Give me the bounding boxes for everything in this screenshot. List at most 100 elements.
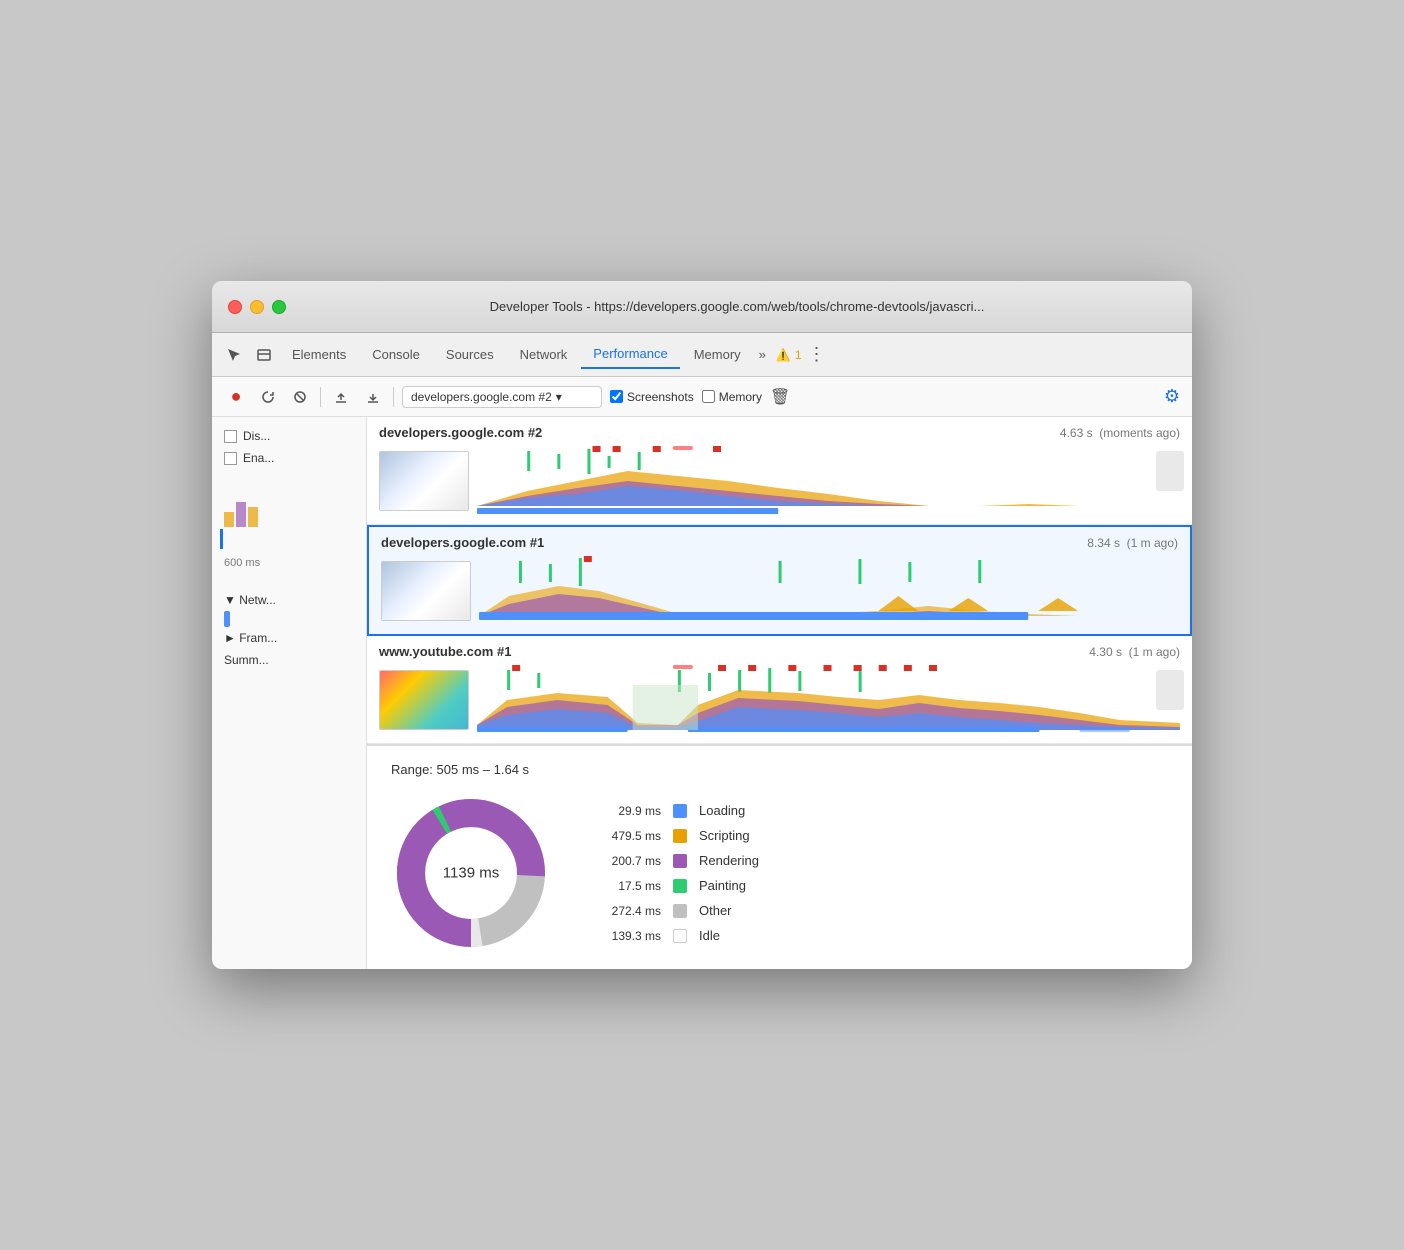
url-selector[interactable]: developers.google.com #2 ▾ [402, 386, 602, 408]
enable-checkbox-item[interactable]: Ena... [212, 447, 366, 469]
loading-name: Loading [699, 803, 745, 818]
painting-name: Painting [699, 878, 746, 893]
painting-value: 17.5 ms [591, 879, 661, 893]
time-indicator [220, 529, 223, 549]
tabs-overflow-button[interactable]: » [755, 347, 770, 362]
chart-area-3 [477, 665, 1180, 735]
settings-button[interactable]: ⚙ [1164, 386, 1180, 407]
loading-color [673, 804, 687, 818]
tab-elements[interactable]: Elements [280, 341, 358, 368]
legend-item-rendering: 200.7 ms Rendering [591, 853, 759, 868]
performance-toolbar: ● developers.google.com #2 ▾ Screenshots… [212, 377, 1192, 417]
recording-item-1[interactable]: developers.google.com #2 4.63 s (moments… [367, 417, 1192, 525]
recording-header-1: developers.google.com #2 4.63 s (moments… [379, 425, 1180, 440]
recording-item-2[interactable]: developers.google.com #1 8.34 s (1 m ago… [367, 525, 1192, 636]
performance-area: developers.google.com #2 4.63 s (moments… [367, 417, 1192, 969]
traffic-lights [228, 300, 286, 314]
painting-color [673, 879, 687, 893]
download-button[interactable] [361, 385, 385, 409]
memory-checkbox[interactable] [702, 390, 715, 403]
main-content: Dis... Ena... 600 ms ▼ Netw... ► Fra [212, 417, 1192, 969]
recording-header-2: developers.google.com #1 8.34 s (1 m ago… [381, 535, 1178, 550]
legend-item-other: 272.4 ms Other [591, 903, 759, 918]
record-button[interactable]: ● [224, 385, 248, 409]
memory-label: Memory [719, 390, 762, 404]
tab-network[interactable]: Network [508, 341, 580, 368]
scripting-value: 479.5 ms [591, 829, 661, 843]
rendering-name: Rendering [699, 853, 759, 868]
screenshots-checkbox[interactable] [610, 390, 623, 403]
frames-label: ► Fram... [212, 627, 366, 649]
donut-center-label: 1139 ms [443, 865, 499, 882]
enable-label: Ena... [243, 451, 274, 465]
clear-button[interactable]: 🗑 [770, 387, 790, 407]
upload-button[interactable] [329, 385, 353, 409]
cursor-icon[interactable] [220, 341, 248, 369]
recording-item-3[interactable]: www.youtube.com #1 4.30 s (1 m ago) [367, 636, 1192, 744]
donut-chart: 1139 ms [391, 793, 551, 953]
dock-icon[interactable] [250, 341, 278, 369]
loading-value: 29.9 ms [591, 804, 661, 818]
left-panel: Dis... Ena... 600 ms ▼ Netw... ► Fra [212, 417, 367, 969]
idle-color [673, 929, 687, 943]
legend-item-scripting: 479.5 ms Scripting [591, 828, 759, 843]
chart-svg-3 [477, 665, 1180, 735]
chart-area-1 [477, 446, 1180, 516]
time-label: 600 ms [224, 557, 260, 569]
enable-checkbox[interactable] [224, 452, 237, 465]
recording-body-3 [379, 665, 1180, 735]
idle-value: 139.3 ms [591, 929, 661, 943]
warning-count: 1 [795, 348, 802, 362]
maximize-button[interactable] [272, 300, 286, 314]
scripting-name: Scripting [699, 828, 750, 843]
network-label: ▼ Netw... [212, 589, 366, 611]
summary-section-label: Summ... [224, 653, 269, 667]
tab-console[interactable]: Console [360, 341, 432, 368]
other-color [673, 904, 687, 918]
close-button[interactable] [228, 300, 242, 314]
tab-memory[interactable]: Memory [682, 341, 753, 368]
recording-body-1 [379, 446, 1180, 516]
minimize-button[interactable] [250, 300, 264, 314]
screenshot-thumb-3 [379, 670, 469, 730]
devtools-tab-bar: Elements Console Sources Network Perform… [212, 333, 1192, 377]
devtools-window: Developer Tools - https://developers.goo… [212, 281, 1192, 969]
range-text: Range: 505 ms – 1.64 s [391, 762, 1168, 777]
recording-meta-2: 8.34 s (1 m ago) [1087, 536, 1178, 550]
summary-panel: Range: 505 ms – 1.64 s [367, 745, 1192, 969]
more-options-button[interactable]: ⋮ [804, 344, 830, 365]
disable-checkbox[interactable] [224, 430, 237, 443]
screenshot-thumb-1 [379, 451, 469, 511]
tab-performance[interactable]: Performance [581, 340, 679, 369]
recording-meta-3: 4.30 s (1 m ago) [1089, 645, 1180, 659]
mini-chart [224, 477, 324, 527]
recording-title-1: developers.google.com #2 [379, 425, 542, 440]
recording-header-3: www.youtube.com #1 4.30 s (1 m ago) [379, 644, 1180, 659]
recording-body-2 [381, 556, 1178, 626]
stop-button[interactable] [288, 385, 312, 409]
url-selector-value: developers.google.com #2 [411, 390, 552, 404]
legend-item-idle: 139.3 ms Idle [591, 928, 759, 943]
screenshot-thumb-2 [381, 561, 471, 621]
disable-checkbox-item[interactable]: Dis... [212, 425, 366, 447]
network-bar [224, 611, 230, 627]
memory-checkbox-label[interactable]: Memory [702, 390, 762, 404]
recording-meta-1: 4.63 s (moments ago) [1060, 426, 1180, 440]
warning-icon: ⚠️ [776, 348, 791, 362]
recording-title-2: developers.google.com #1 [381, 535, 544, 550]
summary-label[interactable]: Summ... [212, 649, 366, 671]
chart-svg-2 [479, 556, 1178, 626]
warning-badge[interactable]: ⚠️ 1 [776, 348, 802, 362]
legend-item-loading: 29.9 ms Loading [591, 803, 759, 818]
scroll-indicator-1 [1156, 451, 1184, 491]
tab-sources[interactable]: Sources [434, 341, 506, 368]
thumb-content-1 [380, 452, 468, 510]
reload-record-button[interactable] [256, 385, 280, 409]
thumb-content-2 [382, 562, 470, 620]
recordings-panel: developers.google.com #2 4.63 s (moments… [367, 417, 1192, 745]
screenshots-checkbox-label[interactable]: Screenshots [610, 390, 694, 404]
disable-label: Dis... [243, 429, 270, 443]
stats-area: 1139 ms 29.9 ms Loading 479.5 ms Scripti… [391, 793, 1168, 953]
other-value: 272.4 ms [591, 904, 661, 918]
legend-item-painting: 17.5 ms Painting [591, 878, 759, 893]
